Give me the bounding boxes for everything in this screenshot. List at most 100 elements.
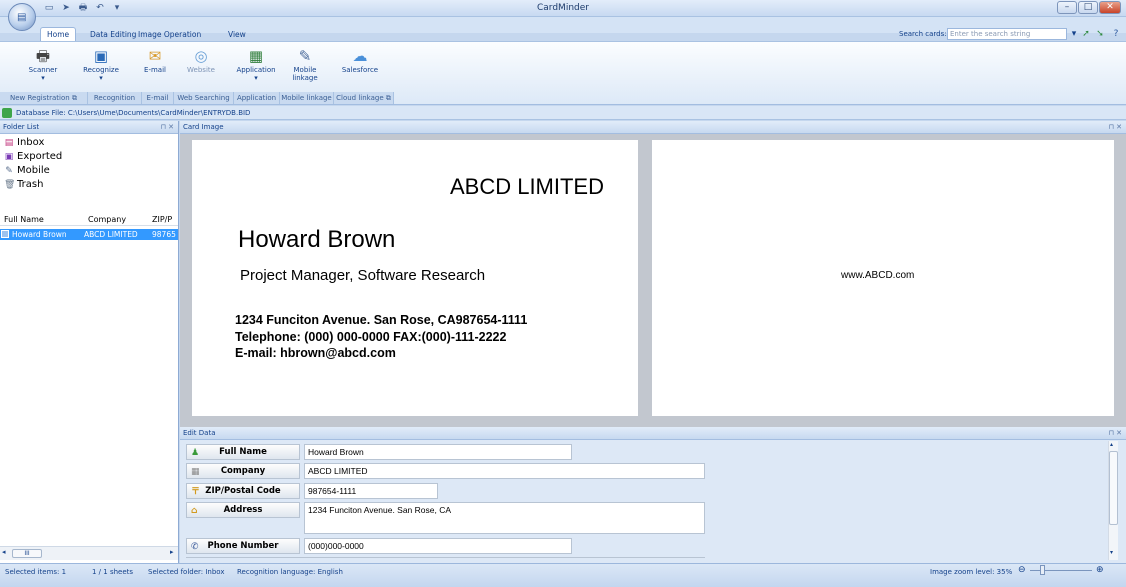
website-icon: ◎: [194, 47, 208, 65]
tab-home[interactable]: Home: [40, 27, 77, 41]
person-icon: ♟: [191, 448, 200, 458]
folder-inbox[interactable]: ▤ Inbox: [4, 136, 45, 150]
pin-close-icon[interactable]: ⊓ ✕: [160, 121, 174, 134]
app-menu-icon: ▤: [17, 12, 27, 23]
window-title: CardMinder: [537, 3, 589, 13]
card-list-header: Full Name Company ZIP/P: [0, 213, 178, 226]
email-button[interactable]: ✉ E-mail: [138, 46, 172, 92]
scroll-thumb[interactable]: [1109, 451, 1118, 525]
email-label: E-mail: [144, 66, 166, 74]
zoom-out-icon[interactable]: ⊖: [1018, 564, 1026, 576]
scanner-button[interactable]: 🖶 Scanner ▾: [22, 46, 64, 92]
horizontal-scrollbar[interactable]: ◂ III ▸: [0, 546, 178, 560]
card-back-image[interactable]: www.ABCD.com: [652, 140, 1114, 416]
group-label: New Registration: [10, 94, 70, 102]
salesforce-icon: ☁: [352, 47, 368, 65]
zoom-in-icon[interactable]: ⊕: [1096, 564, 1104, 576]
address-icon: ⌂: [191, 506, 198, 516]
application-sub: ▾: [254, 74, 258, 82]
search-dropdown-icon[interactable]: ▾: [1068, 28, 1080, 40]
field-zip-button[interactable]: 〒 ZIP/Postal Code: [186, 483, 300, 499]
zoom-slider-thumb[interactable]: [1040, 565, 1045, 575]
salesforce-button[interactable]: ☁ Salesforce: [336, 46, 384, 92]
field-address-button[interactable]: ⌂ Address: [186, 502, 300, 518]
card-phone: Telephone: (000) 000-0000 FAX:(000)-111-…: [235, 330, 507, 344]
trash-icon: 🗑: [4, 180, 16, 190]
recognize-label: Recognize: [83, 66, 119, 74]
phone-field[interactable]: (000)000-0000: [304, 538, 572, 554]
field-full-name-button[interactable]: ♟ Full Name: [186, 444, 300, 460]
close-icon: ✕: [1106, 2, 1114, 12]
minimize-button[interactable]: –: [1057, 1, 1077, 14]
group-label: Web Searching: [177, 94, 230, 102]
card-list-row[interactable]: Howard Brown ABCD LIMITED 98765: [0, 229, 178, 240]
full-name-field[interactable]: Howard Brown: [304, 444, 572, 460]
group-new-registration: New Registration ⧉: [0, 92, 88, 104]
postal-icon: 〒: [191, 487, 201, 497]
company-field[interactable]: ABCD LIMITED: [304, 463, 705, 479]
tab-view[interactable]: View: [222, 28, 252, 41]
status-zoom-level: Image zoom level: 35%: [930, 568, 1013, 576]
col-full-name[interactable]: Full Name: [4, 213, 44, 226]
help-icon[interactable]: ?: [1110, 28, 1122, 40]
col-zip[interactable]: ZIP/P: [152, 213, 172, 226]
database-path-bar: Database File: C:\Users\Ume\Documents\Ca…: [0, 106, 1126, 120]
status-bar: Selected items: 1 1 / 1 sheets Selected …: [0, 563, 1126, 587]
card-front-image[interactable]: ABCD LIMITED Howard Brown Project Manage…: [192, 140, 638, 416]
card-image-title: Card Image: [183, 123, 224, 131]
col-company[interactable]: Company: [88, 213, 126, 226]
pin-close-icon[interactable]: ⊓ ✕: [1108, 121, 1122, 134]
status-sheets: 1 / 1 sheets: [92, 568, 134, 576]
folder-trash[interactable]: 🗑 Trash: [4, 178, 43, 192]
cell-full-name: Howard Brown: [12, 230, 67, 239]
website-button[interactable]: ◎ Website: [182, 46, 220, 92]
search-label: Search cards:: [899, 30, 947, 38]
recognize-sub: ▾: [99, 74, 103, 82]
folder-list-title: Folder List: [3, 123, 40, 131]
zip-field[interactable]: 987654-1111: [304, 483, 438, 499]
scanner-label: Scanner: [28, 66, 58, 74]
status-selected-items: Selected items: 1: [5, 568, 67, 576]
app-menu-button[interactable]: ▤: [8, 3, 36, 31]
scroll-thumb[interactable]: III: [12, 549, 42, 558]
group-label: Recognition: [93, 94, 136, 102]
group-label: Application: [236, 94, 277, 102]
folder-label: Trash: [17, 179, 44, 190]
field-label: Address: [223, 505, 263, 515]
field-label: Phone Number: [207, 541, 279, 551]
folder-list-header: Folder List ⊓ ✕: [0, 121, 178, 134]
scroll-left-icon[interactable]: ◂: [2, 548, 6, 556]
minimize-icon: –: [1064, 2, 1070, 12]
field-company-button[interactable]: ▦ Company: [186, 463, 300, 479]
pin-close-icon[interactable]: ⊓ ✕: [1108, 427, 1122, 440]
card-company: ABCD LIMITED: [449, 174, 604, 199]
group-cloud-linkage: Cloud linkage ⧉: [334, 92, 394, 104]
cell-zip: 98765: [152, 230, 176, 239]
status-selected-folder: Selected folder: Inbox: [148, 568, 225, 576]
application-button[interactable]: ▦ Application ▾: [232, 46, 280, 92]
search-forward-icon[interactable]: ➚: [1080, 28, 1092, 40]
tab-image-operation[interactable]: Image Operation: [132, 28, 207, 41]
mobile-sub: linkage: [292, 74, 318, 82]
building-icon: ▦: [191, 467, 200, 477]
folder-mobile[interactable]: ✎ Mobile: [4, 164, 50, 178]
scroll-right-icon[interactable]: ▸: [170, 548, 174, 556]
maximize-button[interactable]: □: [1078, 1, 1098, 14]
address-field[interactable]: 1234 Funciton Avenue. San Rose, CA: [304, 502, 705, 534]
search-back-icon[interactable]: ➘: [1094, 28, 1106, 40]
group-label: Cloud linkage: [336, 94, 384, 102]
group-web-searching: Web Searching: [174, 92, 234, 104]
folder-label: Exported: [17, 151, 63, 162]
close-button[interactable]: ✕: [1099, 1, 1121, 14]
recognize-button[interactable]: ▣ Recognize ▾: [76, 46, 126, 92]
next-field-row: [186, 557, 705, 562]
edit-data-scrollbar[interactable]: ▴ ▾: [1108, 441, 1118, 560]
field-label: ZIP/Postal Code: [205, 486, 281, 496]
mobile-linkage-button[interactable]: ✎ Mobile linkage: [286, 46, 324, 92]
scroll-up-icon[interactable]: ▴: [1110, 441, 1113, 448]
field-phone-button[interactable]: ✆ Phone Number: [186, 538, 300, 554]
folder-label: Mobile: [17, 165, 50, 176]
folder-exported[interactable]: ▣ Exported: [4, 150, 63, 164]
search-input[interactable]: Enter the search string: [947, 28, 1067, 40]
scroll-down-icon[interactable]: ▾: [1110, 549, 1113, 556]
